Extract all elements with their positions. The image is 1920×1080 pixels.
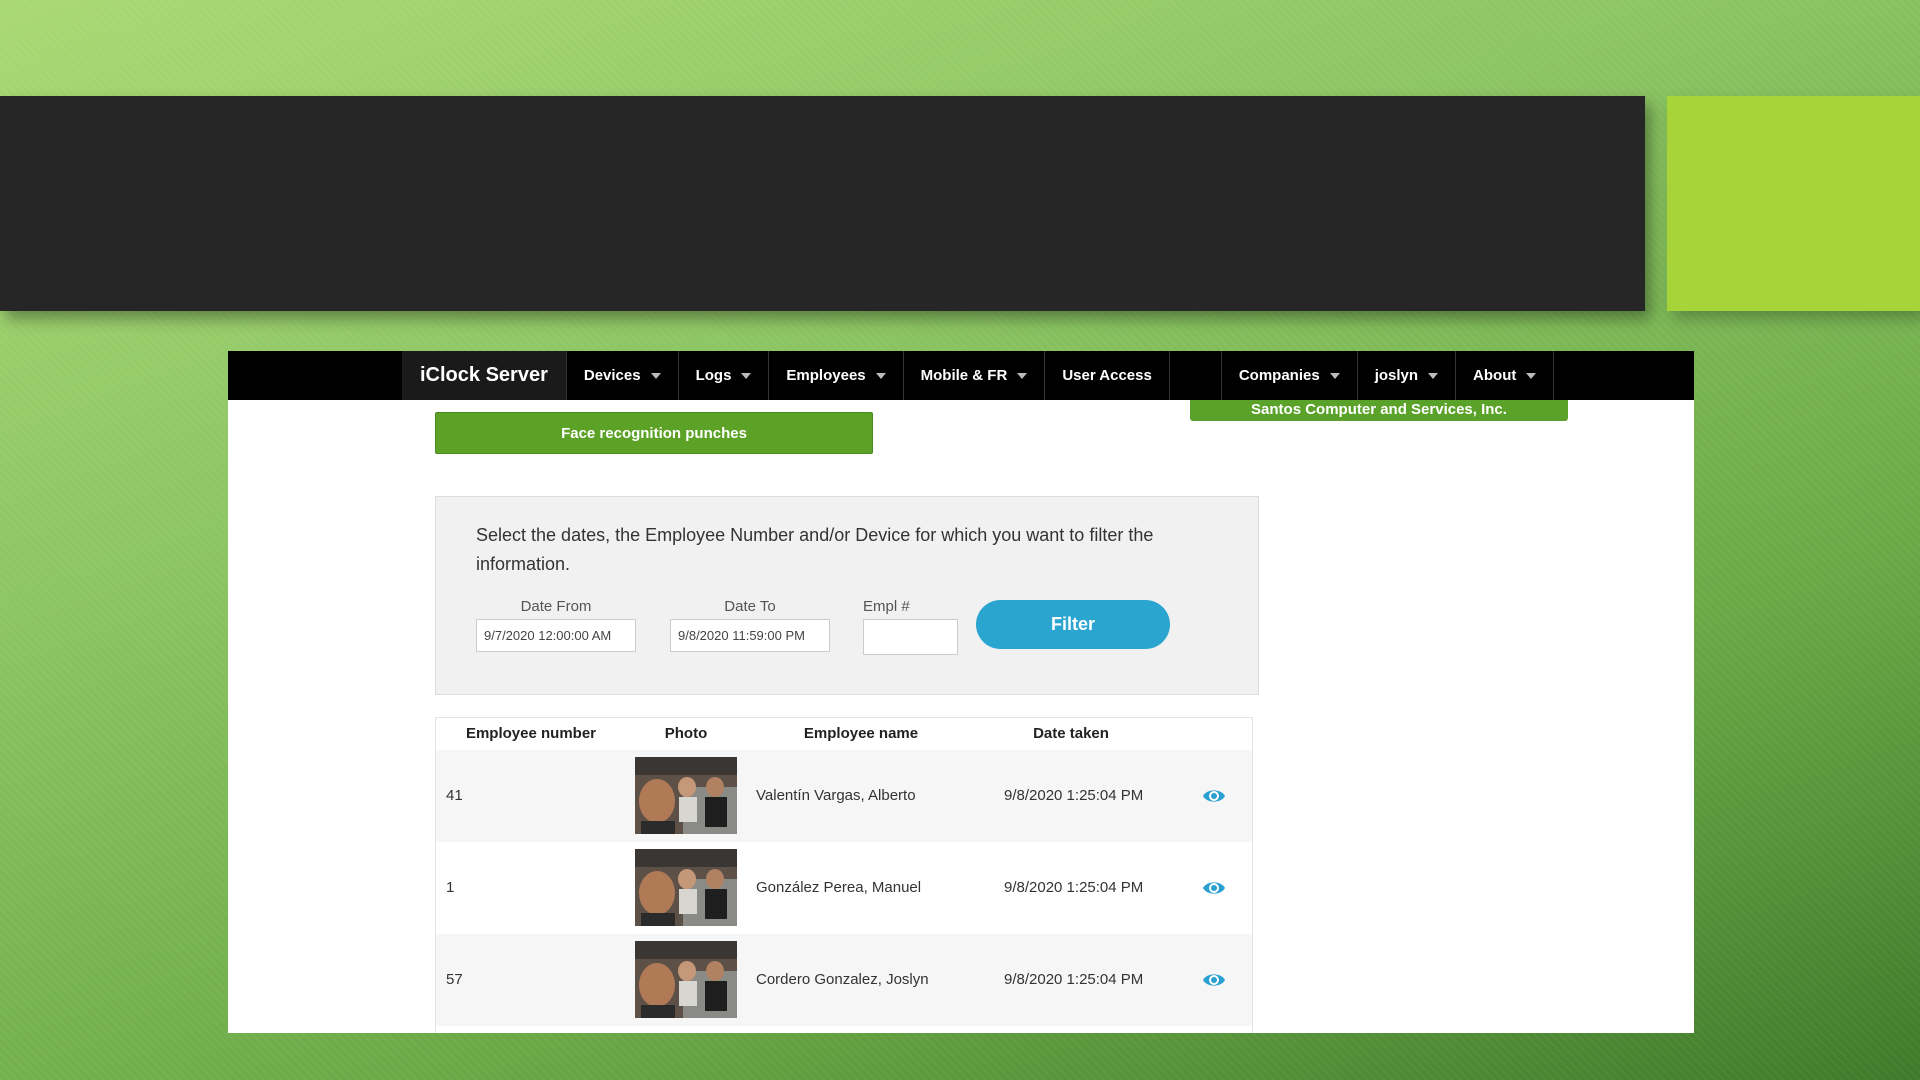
nav-item-label: joslyn [1374, 367, 1419, 384]
date-to-input[interactable] [670, 619, 830, 652]
caret-down-icon [1526, 372, 1537, 379]
employee-photo[interactable] [635, 849, 737, 926]
caret-down-icon [650, 372, 661, 379]
date-taken: 9/8/2020 1:25:04 PM [1004, 787, 1144, 804]
caret-down-icon [1329, 372, 1340, 379]
nav-item-logs[interactable]: Logs [677, 351, 769, 400]
nav-item-user-access[interactable]: User Access [1044, 351, 1169, 400]
eye-icon[interactable] [1202, 784, 1226, 808]
table-row: 41 Valentín Vargas, Alberto 9/8/2020 1:2… [436, 750, 1252, 842]
caret-down-icon [1428, 372, 1439, 379]
nav-item-about[interactable]: About [1455, 351, 1555, 400]
company-badge: Santos Computer and Services, Inc. [1190, 400, 1568, 421]
date-to-label: Date To [724, 598, 776, 615]
nav-item-label: Logs [695, 367, 732, 384]
employee-name: Valentín Vargas, Alberto [756, 787, 916, 804]
caret-down-icon [875, 372, 886, 379]
brand-link[interactable]: iClock Server [402, 351, 566, 400]
date-taken: 9/8/2020 1:25:04 PM [1004, 879, 1144, 896]
column-header-employee-name: Employee name [803, 725, 919, 742]
caret-down-icon [1017, 372, 1028, 379]
slide-accent-block [1667, 96, 1920, 311]
punches-table: Employee number Photo Employee name Date… [435, 717, 1253, 1033]
employee-photo[interactable] [635, 757, 737, 834]
eye-icon[interactable] [1202, 968, 1226, 992]
employee-number: 1 [446, 879, 455, 896]
date-from-input[interactable] [476, 619, 636, 652]
nav-item-companies[interactable]: Companies [1220, 351, 1357, 400]
nav-item-label: Employees [786, 367, 866, 384]
page-title: Face recognition punches [435, 412, 873, 454]
caret-down-icon [741, 372, 752, 379]
empl-number-input[interactable] [863, 619, 958, 655]
filter-instructions: Select the dates, the Employee Number an… [476, 525, 1154, 574]
nav-item-devices[interactable]: Devices [565, 351, 678, 400]
punch-photo-image [635, 941, 737, 1018]
nav-item-user-menu[interactable]: joslyn [1356, 351, 1455, 400]
app-screenshot: iClock Server Devices Logs Employees Mob… [228, 351, 1694, 1033]
nav-item-label: Mobile & FR [920, 367, 1008, 384]
column-header-employee-number: Employee number [465, 725, 597, 742]
employee-number: 41 [446, 787, 463, 804]
table-header: Employee number Photo Employee name Date… [436, 718, 1252, 750]
navbar: iClock Server Devices Logs Employees Mob… [228, 351, 1694, 400]
date-taken: 9/8/2020 1:25:04 PM [1004, 971, 1144, 988]
nav-item-label: Devices [583, 367, 641, 384]
punch-photo-image [635, 849, 737, 926]
employee-number: 57 [446, 971, 463, 988]
employee-name: Cordero Gonzalez, Joslyn [756, 971, 929, 988]
slide-title-banner [0, 96, 1645, 311]
nav-item-label: About [1473, 367, 1517, 384]
employee-name: González Perea, Manuel [756, 879, 922, 896]
nav-item-label: Companies [1238, 367, 1320, 384]
nav-menu: iClock Server Devices Logs Employees Mob… [402, 351, 1555, 400]
column-header-photo: Photo [664, 725, 708, 742]
table-row: 57 Cordero Gonzalez, Joslyn 9/8/2020 1:2… [436, 934, 1252, 1026]
empl-number-label: Empl # [863, 598, 910, 615]
eye-icon[interactable] [1202, 876, 1226, 900]
punch-photo-image [635, 757, 737, 834]
column-header-date-taken: Date taken [1033, 725, 1109, 742]
nav-item-label: User Access [1062, 367, 1152, 384]
employee-photo[interactable] [635, 941, 737, 1018]
table-row: 1 González Perea, Manuel 9/8/2020 1:25:0… [436, 842, 1252, 934]
nav-item-employees[interactable]: Employees [768, 351, 902, 400]
nav-divider [1168, 351, 1221, 400]
nav-item-mobile-fr[interactable]: Mobile & FR [902, 351, 1045, 400]
filter-panel: Select the dates, the Employee Number an… [435, 496, 1259, 695]
filter-button[interactable]: Filter [976, 600, 1170, 649]
date-from-label: Date From [520, 598, 592, 615]
